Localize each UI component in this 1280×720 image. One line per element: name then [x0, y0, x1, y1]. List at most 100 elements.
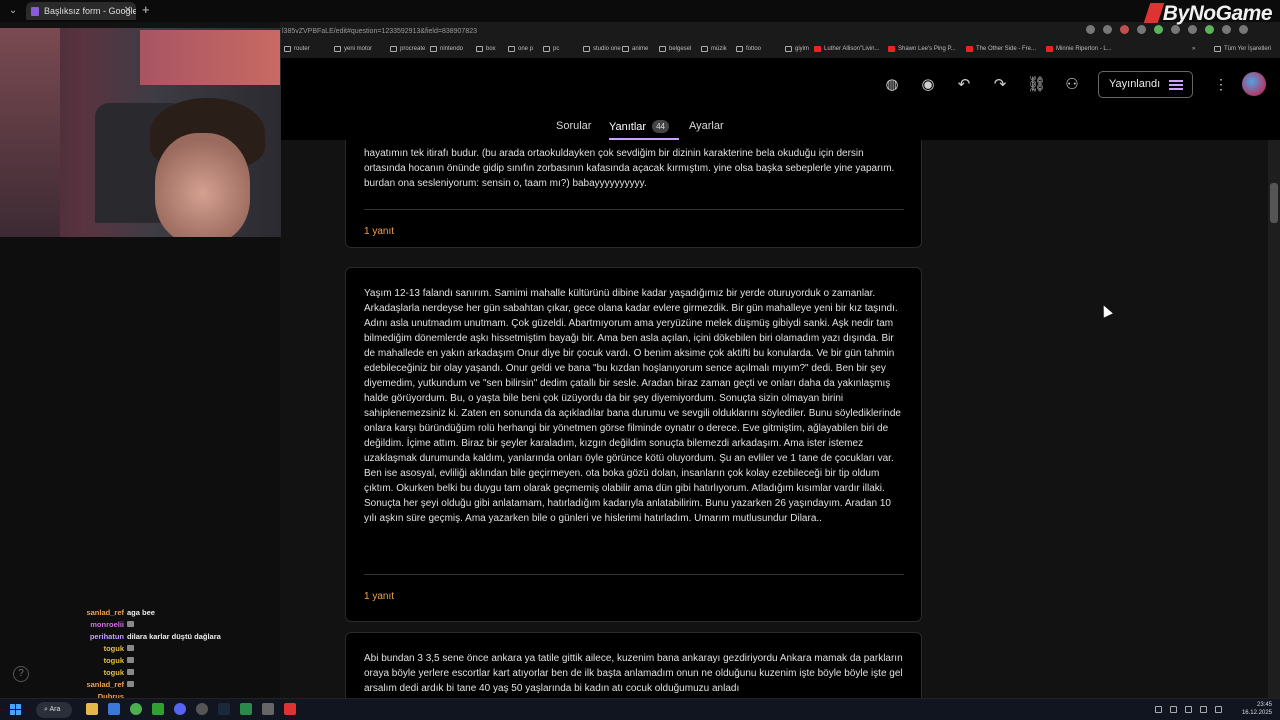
- publish-button[interactable]: Yayınlandı: [1098, 71, 1193, 98]
- tab-settings[interactable]: Ayarlar: [689, 120, 724, 132]
- bookmark-item[interactable]: Minnie Riperton - L...: [1046, 46, 1112, 52]
- more-options-icon[interactable]: ⋮: [1214, 76, 1228, 93]
- extension-icon[interactable]: [1154, 25, 1163, 34]
- folder-icon: [430, 46, 437, 52]
- chat-username[interactable]: toguk: [82, 667, 124, 679]
- extension-icon[interactable]: [1137, 25, 1146, 34]
- reply-count-link[interactable]: 1 yanıt: [364, 226, 394, 237]
- bookmark-item[interactable]: nintendo: [430, 46, 463, 52]
- volume-icon[interactable]: [1215, 706, 1222, 713]
- browser-tab[interactable]: Başlıksız form - Google Formlar ✕: [26, 2, 136, 20]
- bookmark-item[interactable]: pc: [543, 46, 559, 52]
- bookmark-label: studio one: [593, 46, 621, 52]
- bookmark-item[interactable]: fottoo: [736, 46, 761, 52]
- webcam-feed: [0, 28, 281, 237]
- scrollbar[interactable]: [1268, 140, 1280, 698]
- chat-username[interactable]: sanlad_ref: [82, 607, 124, 619]
- bookmark-star-icon[interactable]: [1103, 25, 1112, 34]
- folder-icon: [622, 46, 629, 52]
- chat-message: toguk: [82, 643, 280, 655]
- bookmark-item[interactable]: box: [476, 46, 496, 52]
- windows-start-icon[interactable]: [10, 704, 21, 715]
- logo-mark-icon: [1143, 3, 1165, 23]
- app-icon[interactable]: [240, 703, 252, 715]
- reply-count-link[interactable]: 1 yanıt: [364, 591, 394, 602]
- redo-icon[interactable]: ↷: [991, 76, 1009, 94]
- bookmark-item[interactable]: Tüm Yer İşaretleri: [1214, 46, 1271, 52]
- bookmark-item[interactable]: belgesel: [659, 46, 691, 52]
- add-collaborator-icon[interactable]: ⚇: [1063, 76, 1081, 94]
- tab-responses[interactable]: Yanıtlar 44: [609, 120, 669, 133]
- bookmark-item[interactable]: router: [284, 46, 310, 52]
- bookmark-item[interactable]: Luther Allison"Livin...: [814, 46, 880, 52]
- tray-chevron-icon[interactable]: [1155, 706, 1162, 713]
- bookmark-item[interactable]: Shawn Lee's Ping P...: [888, 46, 956, 52]
- response-text: Abi bundan 3 3,5 sene önce ankara ya tat…: [364, 653, 903, 694]
- folder-icon: [508, 46, 515, 52]
- address-bar[interactable]: l385vZVPBFaLE/edit#question=1233592913&f…: [280, 22, 1280, 42]
- file-explorer-icon[interactable]: [86, 703, 98, 715]
- avatar[interactable]: [1242, 72, 1266, 96]
- bookmark-item[interactable]: müzik: [701, 46, 727, 52]
- youtube-icon: [1046, 46, 1053, 52]
- folder-icon: [334, 46, 341, 52]
- zoom-icon[interactable]: [1086, 25, 1095, 34]
- bookmark-label: giyim: [795, 46, 810, 52]
- help-icon[interactable]: ?: [13, 666, 29, 682]
- stream-logo: ByNoGame: [1143, 2, 1273, 26]
- preview-eye-icon[interactable]: ◉: [919, 76, 937, 94]
- bookmark-item[interactable]: giyim: [785, 46, 809, 52]
- chat-message: monroelii: [82, 619, 280, 631]
- divider: [364, 209, 904, 210]
- extension-icon[interactable]: [1120, 25, 1129, 34]
- xbox-icon[interactable]: [152, 703, 164, 715]
- scrollbar-thumb[interactable]: [1270, 183, 1278, 223]
- tab-questions[interactable]: Sorular: [556, 120, 591, 132]
- tab-search-icon[interactable]: ⌄: [6, 4, 20, 18]
- new-tab-icon[interactable]: +: [142, 2, 150, 18]
- folder-icon: [284, 46, 291, 52]
- steam-icon[interactable]: [218, 703, 230, 715]
- chat-username[interactable]: perihatun: [82, 631, 124, 643]
- extension-icon[interactable]: [1239, 25, 1248, 34]
- calculator-icon[interactable]: [262, 703, 274, 715]
- streamer-face: [155, 133, 250, 237]
- extension-icon[interactable]: [1222, 25, 1231, 34]
- microphone-icon[interactable]: [1185, 706, 1192, 713]
- url-text[interactable]: l385vZVPBFaLE/edit#question=1233592913&f…: [282, 25, 477, 39]
- system-clock[interactable]: 23:45 16.12.2025: [1242, 701, 1272, 717]
- bookmark-item[interactable]: one p: [508, 46, 533, 52]
- link-icon[interactable]: ⛓: [1027, 76, 1046, 94]
- bookmark-item[interactable]: yeni motor: [334, 46, 372, 52]
- tab-close-icon[interactable]: ✕: [124, 2, 132, 20]
- palette-icon[interactable]: ◍: [883, 76, 901, 94]
- bookmark-label: nintendo: [440, 46, 464, 52]
- youtube-icon: [814, 46, 821, 52]
- more-bookmarks-icon[interactable]: »: [1192, 46, 1195, 52]
- undo-icon[interactable]: ↶: [955, 76, 973, 94]
- forms-header: ◍ ◉ ↶ ↷ ⛓ ⚇ Yayınlandı ⋮ Sorular Yanıtla…: [280, 58, 1280, 140]
- edge-icon[interactable]: [108, 703, 120, 715]
- extension-icon[interactable]: [1171, 25, 1180, 34]
- extension-icons: [1086, 25, 1248, 34]
- extension-icon[interactable]: [1205, 25, 1214, 34]
- taskbar-search[interactable]: ⌕ Ara: [36, 702, 72, 718]
- bookmark-item[interactable]: procreate: [390, 46, 425, 52]
- discord-icon[interactable]: [174, 703, 186, 715]
- chat-username[interactable]: toguk: [82, 643, 124, 655]
- tray-icon[interactable]: [1170, 706, 1177, 713]
- response-card: Abi bundan 3 3,5 sene önce ankara ya tat…: [345, 632, 922, 698]
- chat-username[interactable]: sanlad_ref: [82, 679, 124, 691]
- bookmark-item[interactable]: anime: [622, 46, 648, 52]
- chat-username[interactable]: toguk: [82, 655, 124, 667]
- bookmark-item[interactable]: studio one: [583, 46, 621, 52]
- chrome-icon[interactable]: [130, 703, 142, 715]
- chat-username[interactable]: monroelii: [82, 619, 124, 631]
- extension-icon[interactable]: [1188, 25, 1197, 34]
- wifi-icon[interactable]: [1200, 706, 1207, 713]
- tab-responses-label: Yanıtlar: [609, 121, 647, 133]
- bookmark-item[interactable]: The Other Side - Fre...: [966, 46, 1036, 52]
- app-icon[interactable]: [284, 703, 296, 715]
- chat-message: sanlad_ref: [82, 679, 280, 691]
- obs-icon[interactable]: [196, 703, 208, 715]
